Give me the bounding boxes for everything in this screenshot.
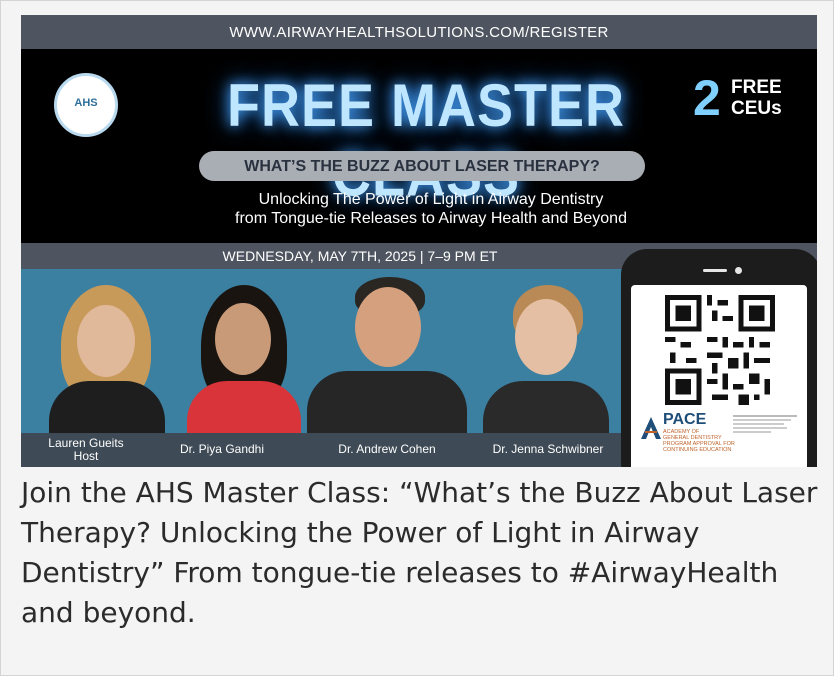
speaker-name: Dr. Jenna Schwibner [492, 442, 604, 456]
pace-badge: PACE ACADEMY OF GENERAL DENTISTRY PROGRA… [639, 409, 799, 463]
ceu-number: 2 [693, 70, 721, 126]
pace-title: PACE [663, 411, 707, 428]
post-caption: Join the AHS Master Class: “What’s the B… [21, 476, 818, 629]
banner-title: FREE MASTER CLASS [226, 72, 626, 209]
speaker-photo-lauren [31, 285, 181, 435]
ceu-label-line1: FREE [731, 77, 782, 98]
event-banner-image[interactable]: WWW.AIRWAYHEALTHSOLUTIONS.COM/REGISTER A… [21, 15, 817, 467]
phone-camera [735, 267, 742, 274]
phone-mockup: PACE ACADEMY OF GENERAL DENTISTRY PROGRA… [621, 249, 817, 467]
phone-speaker [703, 269, 727, 272]
pace-subtitle-line4: CONTINUING EDUCATION [663, 447, 732, 453]
pace-subtitle: ACADEMY OF GENERAL DENTISTRY PROGRAM APP… [663, 429, 735, 453]
speaker-photo-piya [179, 285, 309, 435]
speaker-photo-jenna [469, 285, 619, 435]
tagline-line-1: Unlocking The Power of Light in Airway D… [258, 191, 604, 208]
tagline-line-2: from Tongue-tie Releases to Airway Healt… [235, 210, 627, 227]
ahs-logo: AHS [54, 73, 118, 137]
phone-screen: PACE ACADEMY OF GENERAL DENTISTRY PROGRA… [631, 285, 807, 467]
ceu-label: FREE CEUs [731, 77, 782, 119]
registration-url: WWW.AIRWAYHEALTHSOLUTIONS.COM/REGISTER [21, 15, 817, 49]
speaker-name: Dr. Andrew Cohen [338, 442, 436, 456]
subtitle-pill: WHAT’S THE BUZZ ABOUT LASER THERAPY? [199, 151, 645, 181]
pace-fine-print [733, 413, 797, 435]
qr-code-icon [665, 295, 775, 405]
ceu-label-line2: CEUs [731, 98, 782, 119]
speaker-name: Lauren Gueits Host [31, 437, 141, 463]
post-card: WWW.AIRWAYHEALTHSOLUTIONS.COM/REGISTER A… [0, 0, 834, 676]
speaker-role-text: Host [73, 449, 99, 463]
logo-text: AHS [74, 97, 98, 109]
speaker-name: Dr. Piya Gandhi [179, 442, 265, 456]
pace-logo-icon [641, 417, 661, 439]
speaker-photo-andrew [297, 275, 477, 435]
